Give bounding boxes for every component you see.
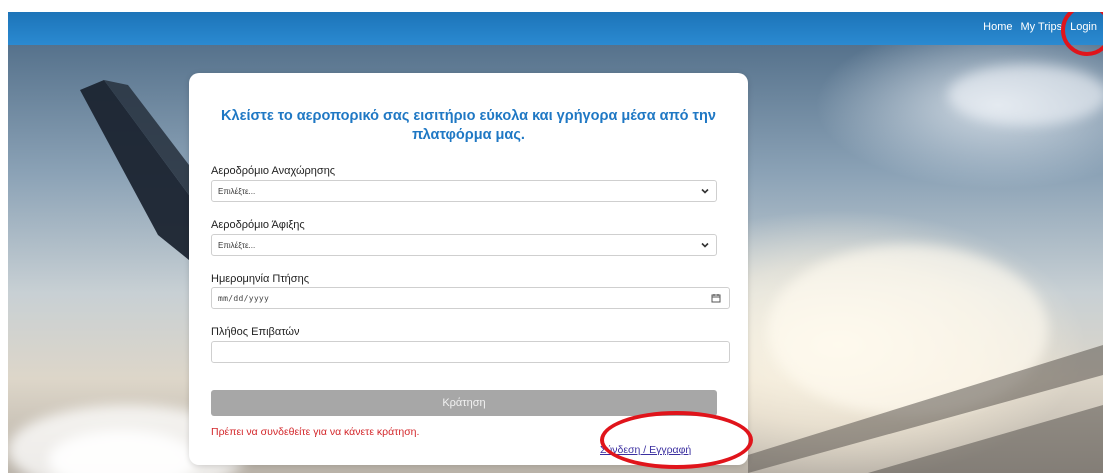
calendar-icon[interactable] [711, 293, 721, 303]
passengers-input[interactable] [211, 341, 730, 363]
page: Home My Trips Login Κλείστε το αεροπορικ… [8, 12, 1103, 473]
chevron-down-icon [701, 188, 709, 194]
flight-date-value: mm/dd/yyyy [218, 293, 270, 303]
departure-airport-select[interactable]: Επιλέξτε... [211, 180, 717, 202]
form-title: Κλείστε το αεροπορικό σας εισιτήριο εύκο… [221, 108, 716, 143]
flight-date-input[interactable]: mm/dd/yyyy [211, 287, 730, 309]
passengers-label: Πλήθος Επιβατών [211, 326, 300, 338]
nav-my-trips-link[interactable]: My Trips [1021, 21, 1063, 33]
booking-form-card: Κλείστε το αεροπορικό σας εισιτήριο εύκο… [189, 73, 748, 465]
nav-home-link[interactable]: Home [983, 21, 1012, 33]
login-register-link[interactable]: Σύνδεση / Εγγραφή [600, 444, 691, 456]
booking-submit-button[interactable]: Κράτηση [211, 390, 717, 416]
nav-links: Home My Trips Login [983, 21, 1097, 33]
arrival-airport-label: Αεροδρόμιο Άφιξης [211, 219, 305, 231]
arrival-airport-select[interactable]: Επιλέξτε... [211, 234, 717, 256]
arrival-airport-selected: Επιλέξτε... [218, 240, 256, 250]
top-navbar: Home My Trips Login [8, 12, 1103, 45]
login-required-error: Πρέπει να συνδεθείτε για να κάνετε κράτη… [211, 426, 420, 438]
chevron-down-icon [701, 242, 709, 248]
departure-airport-label: Αεροδρόμιο Αναχώρησης [211, 165, 336, 177]
nav-login-link[interactable]: Login [1070, 21, 1097, 33]
departure-airport-selected: Επιλέξτε... [218, 186, 256, 196]
flight-date-label: Ημερομηνία Πτήσης [211, 273, 309, 285]
